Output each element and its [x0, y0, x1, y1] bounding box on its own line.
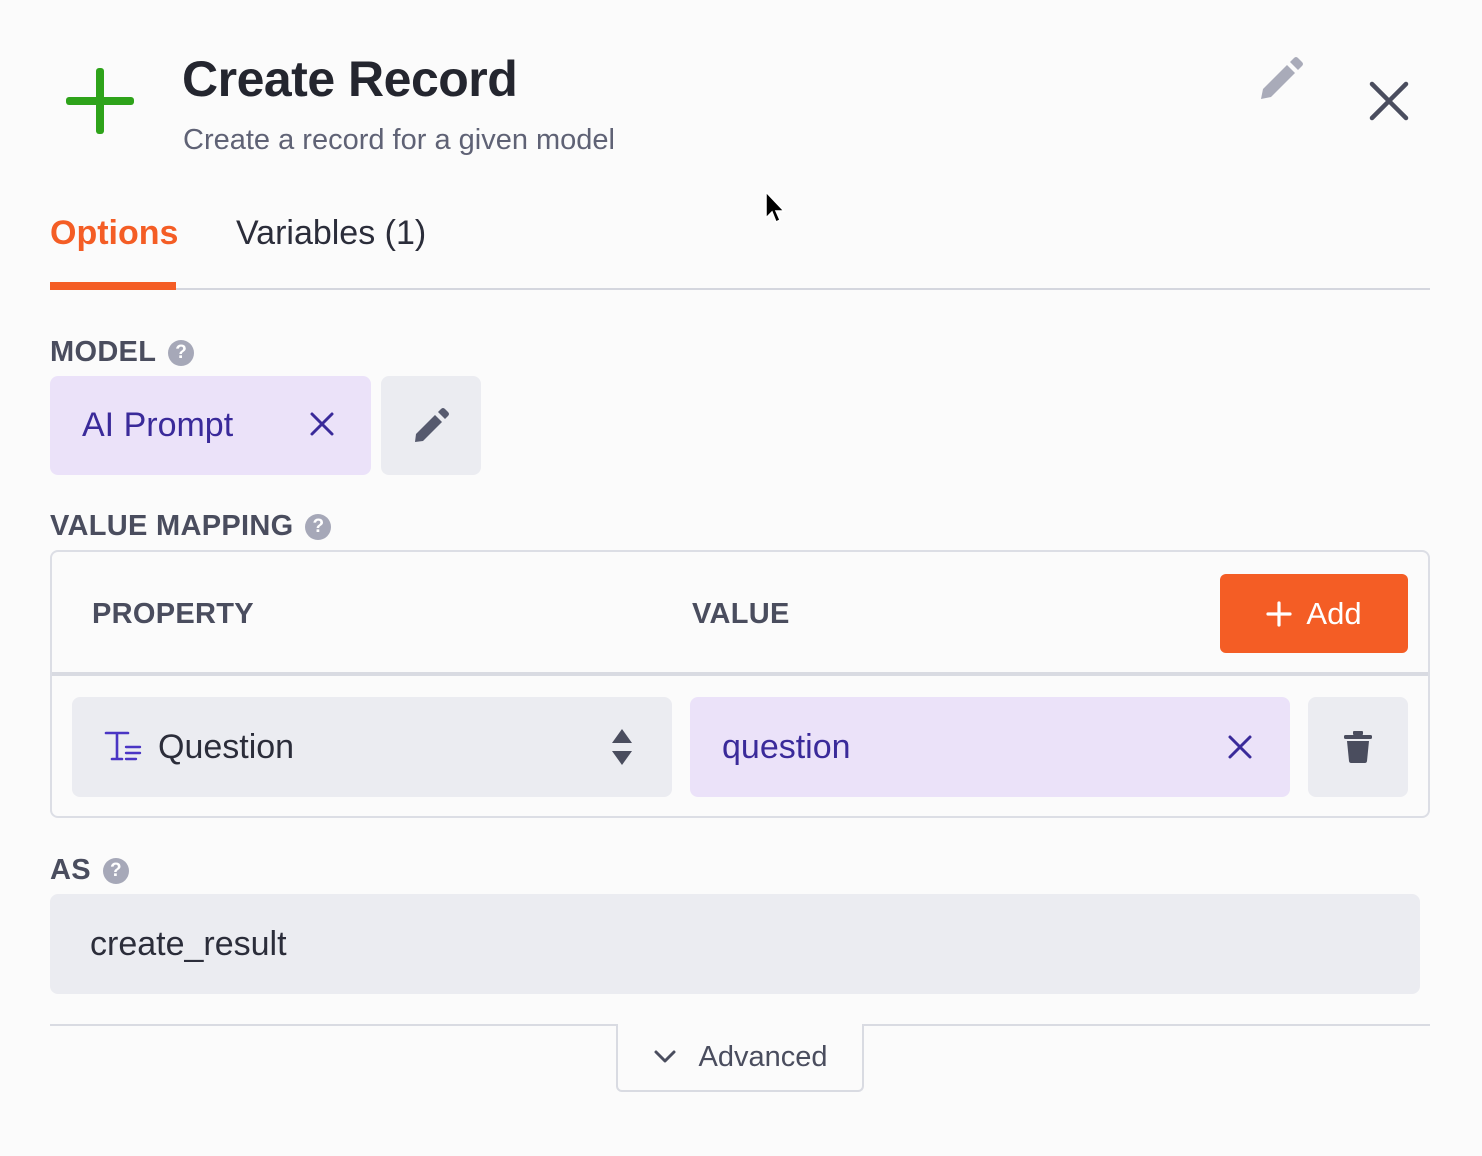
advanced-label: Advanced [698, 1040, 828, 1073]
help-icon[interactable]: ? [102, 857, 129, 884]
property-value: Question [158, 728, 295, 766]
divider [50, 1024, 616, 1026]
clear-icon[interactable] [304, 406, 340, 442]
plus-icon [66, 68, 134, 134]
mouse-cursor-icon [765, 190, 786, 224]
advanced-toggle[interactable]: Advanced [616, 1024, 864, 1092]
add-button-label: Add [1306, 595, 1362, 631]
edit-model-button[interactable] [381, 376, 481, 475]
as-label-row: AS ? [50, 854, 129, 887]
value-mapping-table: PROPERTY VALUE Add Question question [50, 550, 1430, 818]
tab-bar: Options Variables (1) [50, 208, 1430, 290]
page-title: Create Record [182, 51, 518, 107]
clear-icon[interactable] [1222, 729, 1258, 765]
as-label: AS [50, 854, 91, 886]
model-value: AI Prompt [82, 406, 234, 444]
page-subtitle: Create a record for a given model [183, 124, 615, 156]
property-column-header: PROPERTY [92, 598, 254, 630]
trash-icon [1344, 731, 1372, 763]
text-type-icon [104, 731, 142, 761]
tab-options[interactable]: Options [50, 214, 178, 253]
model-label: MODEL [50, 336, 157, 368]
pencil-icon [415, 407, 449, 442]
pencil-icon[interactable] [1255, 55, 1303, 103]
divider [864, 1024, 1430, 1026]
help-icon[interactable]: ? [305, 513, 332, 540]
value-column-header: VALUE [692, 598, 790, 630]
help-icon[interactable]: ? [168, 339, 195, 366]
close-icon[interactable] [1364, 76, 1414, 126]
as-input[interactable] [50, 894, 1420, 994]
value-chip[interactable]: question [690, 697, 1290, 797]
value-mapping-label: VALUE MAPPING [50, 510, 294, 542]
add-mapping-button[interactable]: Add [1220, 574, 1408, 653]
mapping-value: question [722, 728, 851, 766]
chevron-down-icon [654, 1050, 675, 1063]
table-header: PROPERTY VALUE Add [52, 552, 1428, 676]
delete-mapping-button[interactable] [1308, 697, 1408, 797]
tab-variables[interactable]: Variables (1) [236, 214, 426, 253]
model-label-row: MODEL ? [50, 336, 195, 369]
value-mapping-label-row: VALUE MAPPING ? [50, 510, 332, 543]
plus-icon [1266, 600, 1293, 627]
model-chip[interactable]: AI Prompt [50, 376, 371, 475]
active-tab-indicator [50, 282, 176, 290]
property-select[interactable]: Question [72, 697, 672, 797]
sort-icon [612, 729, 632, 765]
